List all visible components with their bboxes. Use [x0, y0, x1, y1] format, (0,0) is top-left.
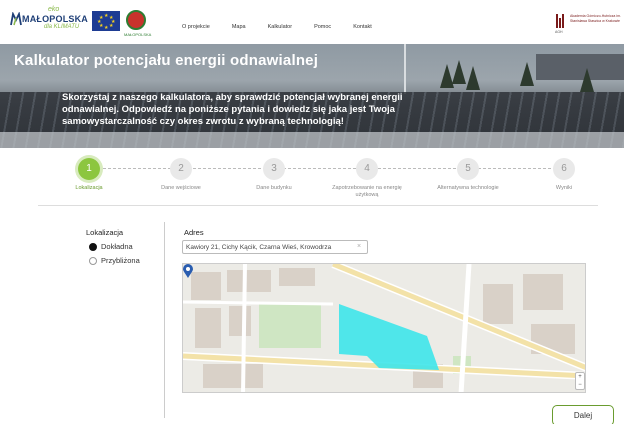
step-dane-budynku[interactable]: 3 Dane budynku — [232, 158, 316, 192]
step-number: 3 — [263, 158, 285, 180]
radio-label: Przybliżona — [101, 256, 140, 265]
address-label: Adres — [184, 228, 204, 237]
step-label: Alternatywna technologie — [437, 185, 499, 191]
clear-icon[interactable]: × — [357, 243, 364, 250]
stepper-divider — [38, 205, 598, 206]
hero-background-tree — [452, 60, 466, 84]
hero-background-tree — [520, 62, 534, 86]
hero-background-snow — [0, 132, 624, 148]
selected-parcel — [339, 304, 439, 370]
eu-flag-icon: ★ ★ ★ ★ ★ ★ ★ ★ — [92, 11, 120, 31]
step-number: 1 — [78, 158, 100, 180]
hero-background-tree — [466, 66, 480, 90]
nav-item-pomoc[interactable]: Pomoc — [314, 24, 331, 30]
malopolska-tagline: dla KLIMATU — [44, 24, 80, 30]
nav-item-kalkulator[interactable]: Kalkulator — [268, 24, 292, 30]
address-input[interactable] — [182, 240, 368, 254]
step-label: Dane budynku — [256, 185, 292, 191]
radio-przyblizona[interactable] — [89, 256, 97, 265]
location-title: Lokalizacja — [86, 228, 124, 237]
step-dane-wejsciowe[interactable]: 2 Dane wejściowe — [139, 158, 223, 192]
malopolska-logo-text[interactable]: MAŁOPOLSKA — [22, 14, 88, 24]
nav-item-mapa[interactable]: Mapa — [232, 24, 246, 30]
step-label: Wyniki — [555, 185, 573, 191]
wizard-stepper: 1 Lokalizacja 2 Dane wejściowe 3 Dane bu… — [0, 148, 624, 208]
step-label: Dane wejściowe — [161, 185, 201, 191]
location-option-dokladna[interactable]: Dokładna — [89, 242, 133, 251]
zoom-in-button[interactable]: + — [576, 373, 584, 381]
eko-leaf-text: eko — [48, 6, 60, 13]
next-button[interactable]: Dalej — [552, 405, 614, 424]
main-nav: O projekcie Mapa Kalkulator Pomoc Kontak… — [182, 24, 394, 30]
hero-description: Skorzystaj z naszego kalkulatora, aby sp… — [62, 92, 403, 127]
nav-item-o-projekcie[interactable]: O projekcie — [182, 24, 210, 30]
radio-dokladna[interactable] — [89, 242, 97, 251]
site-header: MAŁOPOLSKA eko dla KLIMATU ★ ★ ★ ★ ★ ★ ★ ★ M… — [0, 0, 624, 44]
step-label: Zapotrzebowanie na energię użytkową — [332, 185, 402, 198]
radio-label: Dokładna — [101, 242, 133, 251]
location-pin-icon[interactable] — [183, 264, 193, 278]
map-canvas[interactable] — [183, 264, 586, 393]
location-map[interactable]: + − — [182, 263, 586, 393]
step-wyniki[interactable]: 6 Wyniki — [522, 158, 606, 192]
step-number: 4 — [356, 158, 378, 180]
agh-abbr: AGH — [555, 30, 563, 34]
step-number: 5 — [457, 158, 479, 180]
page-title: Kalkulator potencjału energii odnawialne… — [14, 52, 319, 69]
malopolska-m-icon — [10, 12, 22, 26]
step-number: 2 — [170, 158, 192, 180]
hero-banner: Kalkulator potencjału energii odnawialne… — [0, 44, 624, 148]
regional-program-caption: MAŁOPOLSKA — [124, 32, 152, 37]
panel-divider — [164, 222, 165, 418]
hero-background-turbine — [404, 44, 406, 94]
agh-logo-icon[interactable] — [556, 14, 566, 28]
regional-program-logo — [126, 10, 146, 30]
step-lokalizacja[interactable]: 1 Lokalizacja — [47, 158, 131, 192]
nav-item-kontakt[interactable]: Kontakt — [353, 24, 372, 30]
step-number: 6 — [553, 158, 575, 180]
university-name: Akademia Górniczo-Hutnicza im. Stanisław… — [570, 14, 621, 23]
location-option-przyblizona[interactable]: Przybliżona — [89, 256, 140, 265]
hero-background-tree — [580, 68, 594, 92]
zoom-out-button[interactable]: − — [576, 381, 584, 389]
step-label: Lokalizacja — [75, 185, 103, 191]
map-zoom-controls: + − — [575, 372, 585, 390]
step-zapotrzebowanie[interactable]: 4 Zapotrzebowanie na energię użytkową — [325, 158, 409, 199]
step-alternatywna-technologie[interactable]: 5 Alternatywna technologie — [426, 158, 510, 192]
